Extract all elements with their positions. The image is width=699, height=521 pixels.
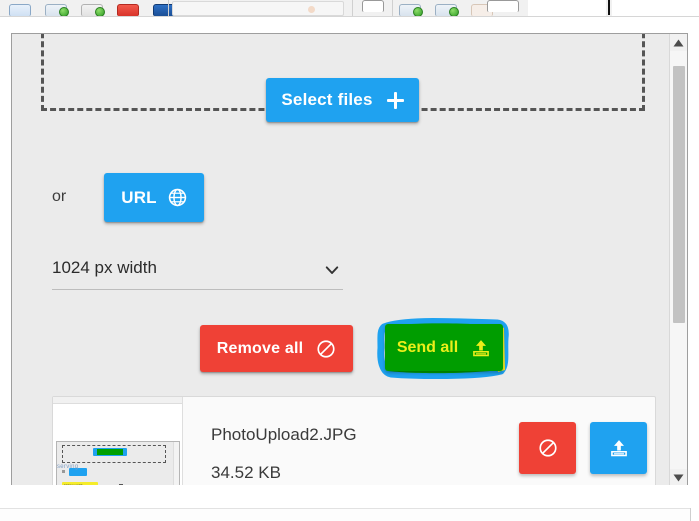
upload-icon	[473, 339, 490, 356]
mini-toolbar	[53, 397, 182, 404]
download-check-icon-2[interactable]	[81, 4, 105, 16]
file-thumbnail-cell[interactable]: 1024 px width Remove all Send all serv	[53, 397, 183, 485]
url-button[interactable]: URL	[104, 173, 204, 222]
app-window-frame: Select files or URL 1024 px width Remove…	[11, 33, 688, 485]
mini-select-files-button	[93, 448, 127, 456]
green-check-icon[interactable]	[399, 4, 423, 16]
mini-scrollbar	[173, 442, 179, 485]
width-select[interactable]: 1024 px width	[52, 255, 343, 290]
green-check-badge-icon-2	[95, 7, 105, 16]
upload-file-button[interactable]	[590, 422, 647, 474]
scroll-up-arrow-icon[interactable]	[670, 34, 687, 51]
toolbar-blank-area-2	[612, 0, 699, 16]
ban-icon	[538, 439, 557, 457]
status-bar-divider	[690, 508, 691, 521]
remove-all-button[interactable]: Remove all	[200, 325, 353, 372]
select-files-button[interactable]: Select files	[266, 78, 419, 122]
text-caret	[608, 0, 610, 15]
screen: Select files or URL 1024 px width Remove…	[0, 0, 699, 521]
file-action-buttons	[519, 422, 647, 474]
toolbar-blank-area	[528, 0, 606, 16]
file-list-item[interactable]: 1024 px width Remove all Send all serv	[52, 396, 656, 485]
select-files-label: Select files	[281, 90, 373, 109]
status-bar	[0, 508, 690, 521]
or-label: or	[52, 188, 67, 205]
toolbar-divider	[168, 0, 169, 16]
chevron-down-icon	[325, 266, 339, 274]
mini-app-frame: 1024 px width Remove all Send all	[56, 441, 180, 485]
file-thumbnail-image: 1024 px width Remove all Send all serv	[53, 397, 182, 485]
scrollbar-thumb[interactable]	[673, 66, 685, 323]
download-check-icon[interactable]	[45, 4, 69, 16]
send-all-label: Send all	[396, 338, 459, 356]
browser-toolbar-strip	[0, 0, 699, 17]
scroll-down-arrow-icon[interactable]	[670, 469, 687, 485]
globe-icon	[168, 188, 186, 207]
green-check-icon-2[interactable]	[435, 4, 459, 16]
toolbar-dot-icon	[308, 6, 315, 13]
mini-caption: serving	[57, 464, 79, 470]
mini-green-overlay	[97, 449, 123, 455]
send-all-annotated-wrapper: Send all	[377, 318, 510, 380]
remove-all-label: Remove all	[216, 339, 304, 357]
app-content-area: Select files or URL 1024 px width Remove…	[12, 34, 670, 485]
remove-file-button[interactable]	[519, 422, 576, 474]
window-icon[interactable]	[9, 4, 31, 16]
ban-icon	[317, 339, 335, 358]
url-label: URL	[121, 187, 157, 207]
green-check-badge-icon-4	[449, 7, 459, 16]
toolbar-text-field[interactable]	[172, 1, 344, 16]
red-app-icon[interactable]	[117, 4, 139, 16]
plus-icon	[386, 91, 404, 109]
green-check-badge-icon	[59, 7, 69, 16]
upload-icon	[610, 440, 627, 457]
send-all-button[interactable]: Send all	[385, 324, 503, 371]
width-select-value: 1024 px width	[52, 258, 157, 277]
green-check-badge-icon-3	[413, 7, 423, 16]
text-field-icon[interactable]	[487, 0, 519, 12]
toolbar-divider-2	[352, 0, 353, 16]
mini-or-label	[62, 470, 65, 473]
blank-page-icon[interactable]	[362, 0, 384, 12]
vertical-scrollbar[interactable]	[669, 34, 687, 485]
